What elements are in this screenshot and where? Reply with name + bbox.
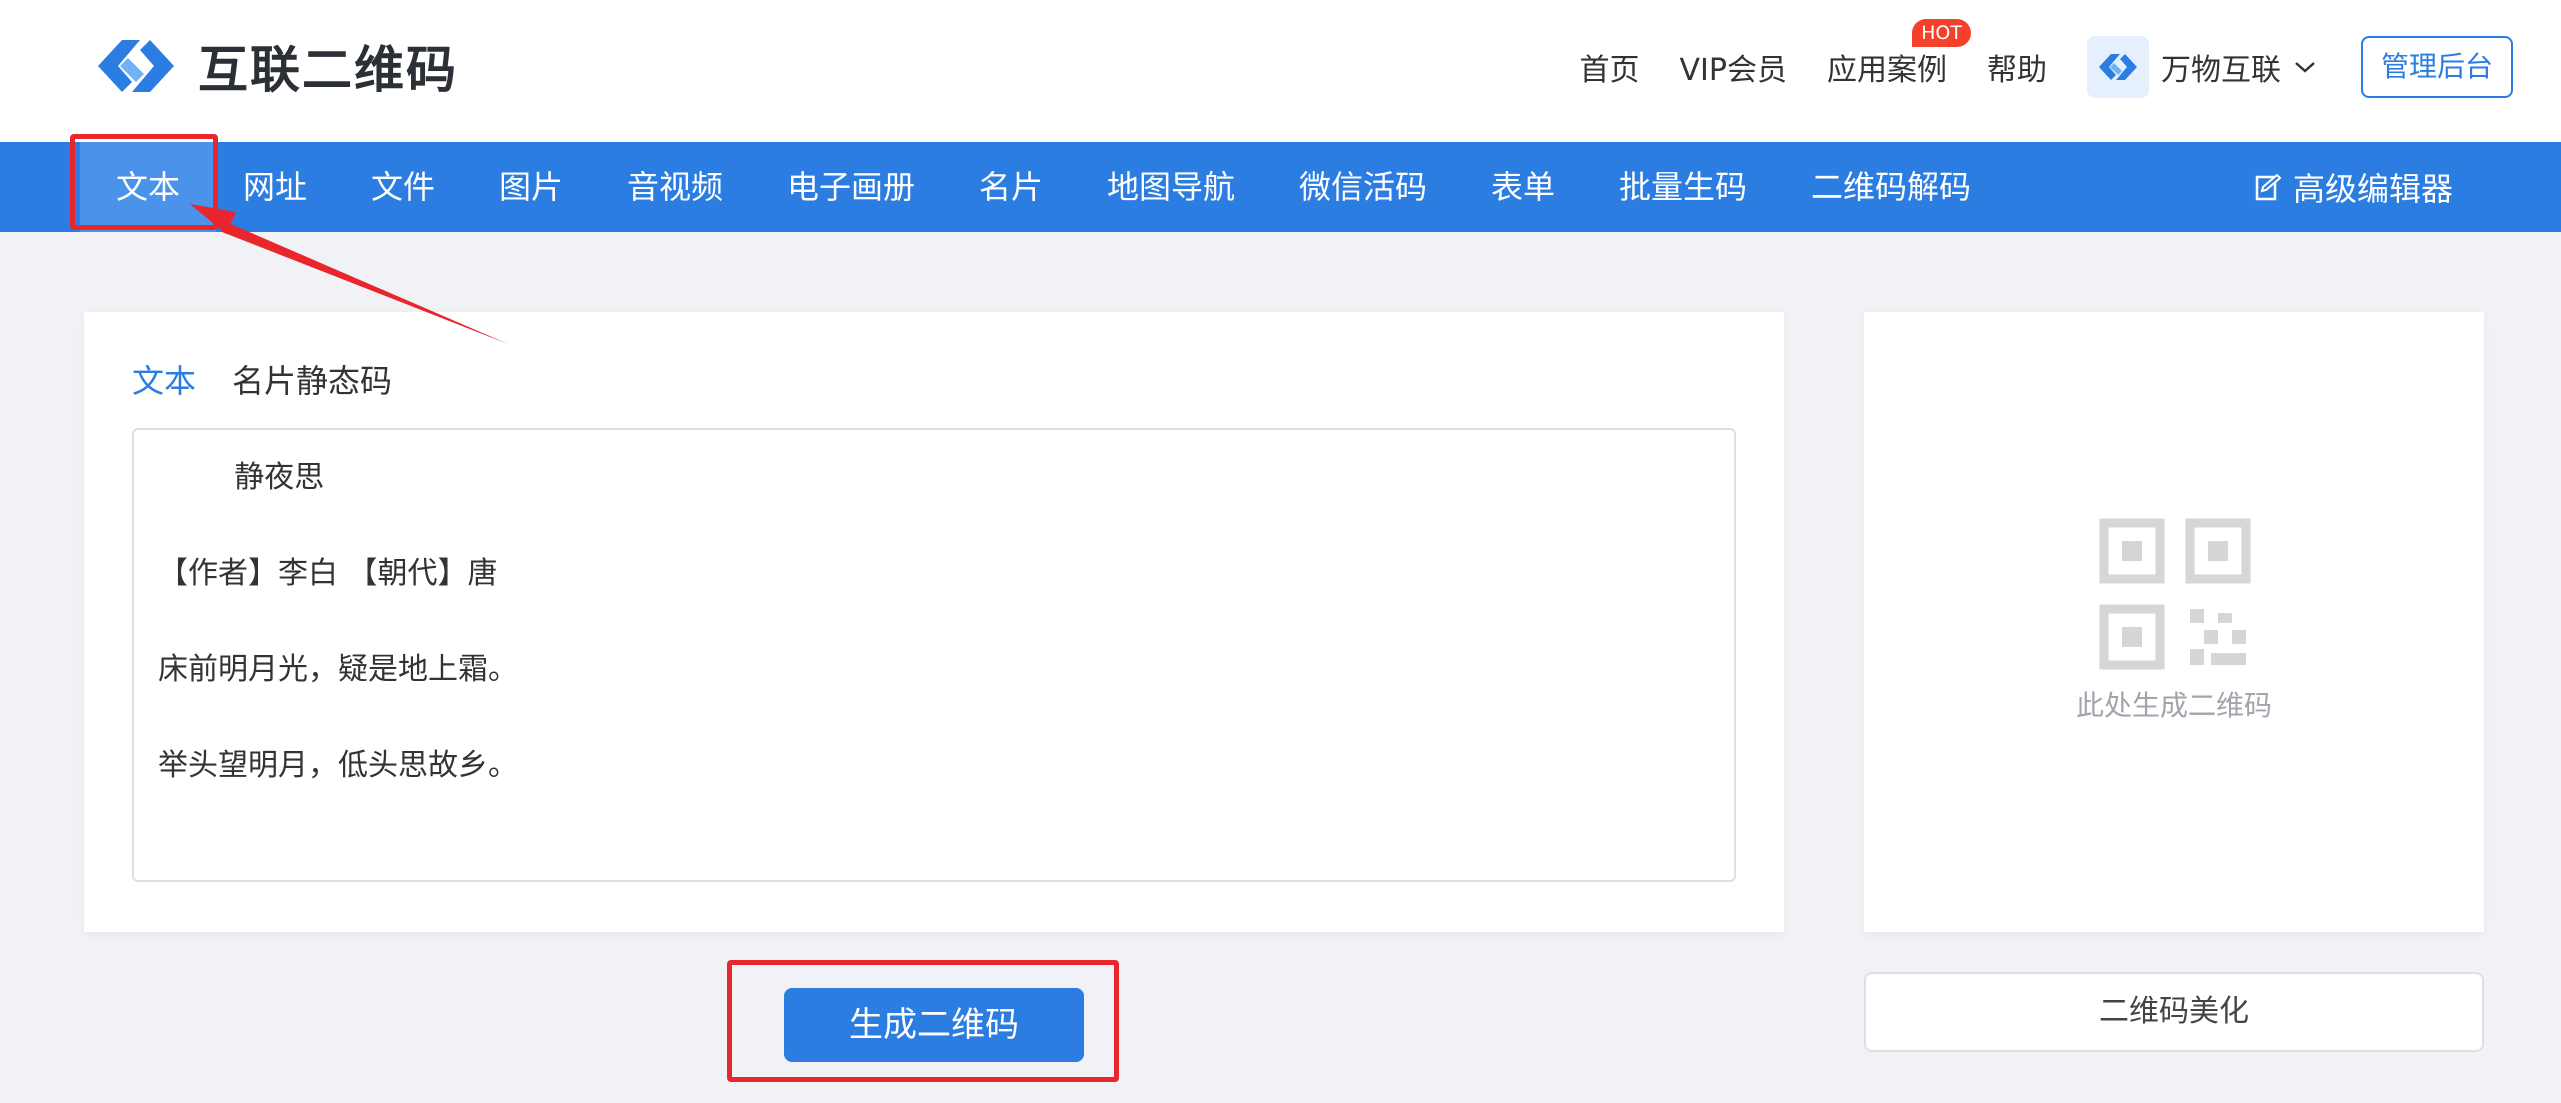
qr-beautify-button[interactable]: 二维码美化: [1864, 972, 2484, 1052]
edit-icon: [2255, 173, 2281, 201]
tab-file[interactable]: 文件: [371, 142, 435, 232]
tab-image[interactable]: 图片: [499, 142, 563, 232]
nav-cases-label: 应用案例: [1826, 53, 1947, 88]
header: 互联二维码 首页 VIP会员 应用案例 HOT 帮助 万物互联 管理后台: [0, 0, 2561, 142]
chevron-down-icon: [2295, 62, 2315, 73]
brand-icon: [2086, 36, 2149, 98]
tab-wechat-live-code[interactable]: 微信活码: [1299, 142, 1427, 232]
tab-map-navigation[interactable]: 地图导航: [1107, 142, 1235, 232]
logo[interactable]: 互联二维码: [88, 28, 458, 104]
qr-code-icon: [2099, 518, 2251, 670]
tab-url[interactable]: 网址: [243, 142, 307, 232]
editor-line: 【作者】李白 【朝代】唐: [158, 556, 498, 591]
sub-tab-text[interactable]: 文本: [132, 356, 196, 402]
sub-tabs: 文本 名片静态码: [132, 356, 428, 402]
tab-form[interactable]: 表单: [1491, 142, 1555, 232]
tab-audio-video[interactable]: 音视频: [627, 142, 723, 232]
logo-text: 互联二维码: [198, 41, 458, 99]
admin-button[interactable]: 管理后台: [2360, 36, 2513, 98]
function-nav-bar: 文本 网址 文件 图片 音视频 电子画册 名片 地图导航 微信活码 表单 批量生…: [0, 142, 2561, 232]
text-editor-card: 文本 名片静态码 静夜思 【作者】李白 【朝代】唐 床前明月光，疑是地上霜。 举…: [84, 312, 1784, 932]
advanced-editor-link[interactable]: 高级编辑器: [2255, 142, 2453, 232]
brand-name: 万物互联: [2160, 53, 2281, 88]
hot-badge: HOT: [1912, 19, 1971, 47]
tab-business-card[interactable]: 名片: [979, 142, 1043, 232]
editor-line: 床前明月光，疑是地上霜。: [158, 652, 518, 687]
sub-tab-static-card[interactable]: 名片静态码: [232, 356, 392, 402]
tab-text[interactable]: 文本: [80, 142, 217, 232]
nav-help[interactable]: 帮助: [1987, 45, 2047, 89]
top-nav: 首页 VIP会员 应用案例 HOT 帮助 万物互联 管理后台: [1540, 19, 2513, 100]
tab-batch-generate[interactable]: 批量生码: [1619, 142, 1747, 232]
brand-logo-icon: [2098, 54, 2137, 80]
nav-vip[interactable]: VIP会员: [1680, 45, 1787, 89]
text-content-input[interactable]: 静夜思 【作者】李白 【朝代】唐 床前明月光，疑是地上霜。 举头望明月，低头思故…: [132, 428, 1736, 882]
tab-e-album[interactable]: 电子画册: [787, 142, 915, 232]
brand-switcher[interactable]: 万物互联: [2086, 36, 2317, 98]
advanced-editor-label: 高级编辑器: [2292, 170, 2453, 208]
logo-icon: [98, 40, 174, 92]
tab-qr-decode[interactable]: 二维码解码: [1811, 142, 1971, 232]
nav-home[interactable]: 首页: [1580, 45, 1640, 89]
generate-qr-button[interactable]: 生成二维码: [784, 988, 1084, 1062]
qr-placeholder-caption: 此处生成二维码: [2075, 689, 2272, 722]
editor-line: 举头望明月，低头思故乡。: [158, 748, 518, 783]
editor-line: 静夜思: [158, 460, 325, 495]
nav-cases[interactable]: 应用案例 HOT: [1826, 19, 1971, 89]
qr-preview-card: 此处生成二维码: [1864, 312, 2484, 932]
